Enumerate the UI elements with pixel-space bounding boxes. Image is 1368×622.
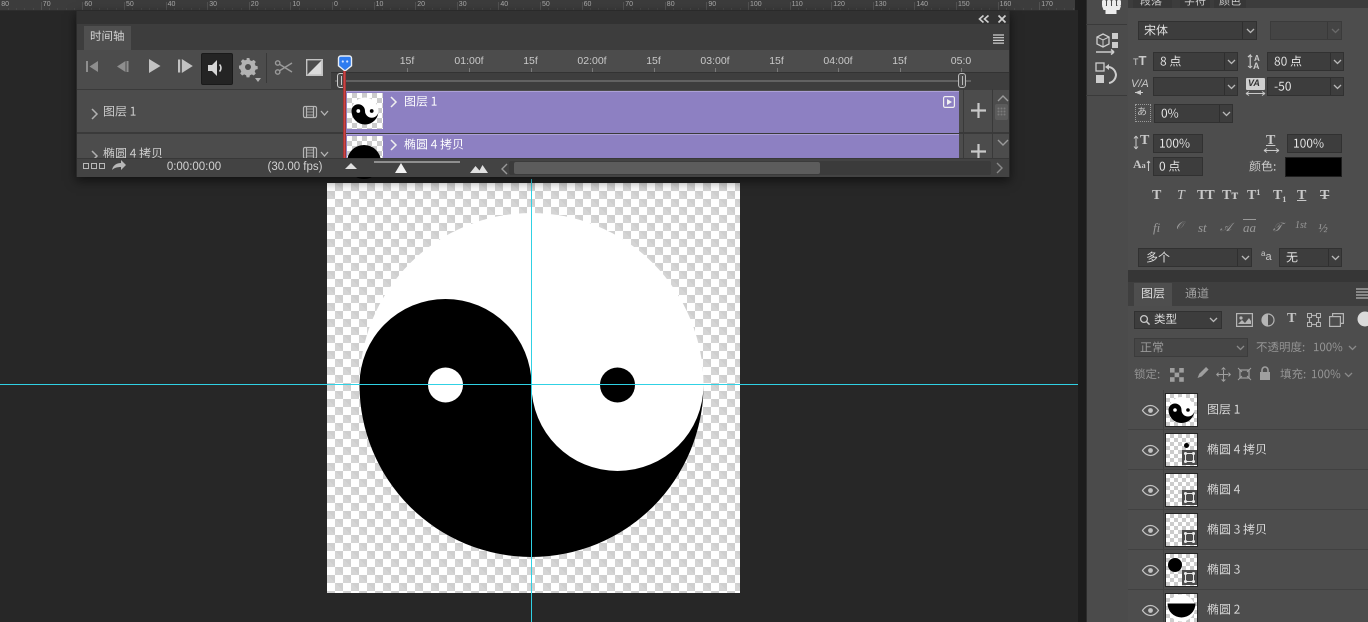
- svg-text:A: A: [1253, 61, 1260, 71]
